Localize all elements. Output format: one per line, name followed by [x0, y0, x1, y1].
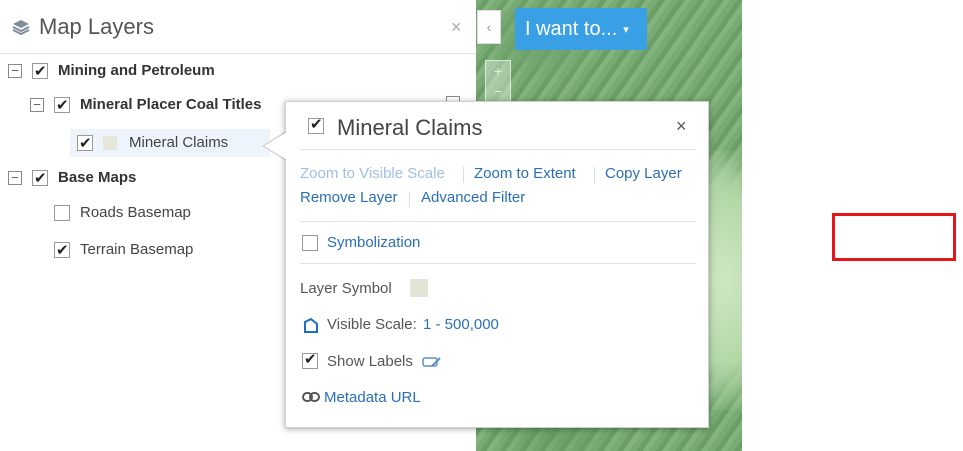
zoom-out-button[interactable]: −: [486, 81, 510, 101]
layers-icon: [12, 20, 30, 36]
i-want-to-label: I want to...: [525, 18, 618, 40]
close-icon[interactable]: ×: [451, 17, 462, 38]
label-tag-icon[interactable]: [422, 356, 442, 368]
separator: [409, 191, 410, 207]
divider: [300, 149, 696, 150]
symbolization-checkbox[interactable]: [302, 235, 318, 251]
advanced-filter-link[interactable]: Advanced Filter: [421, 189, 525, 206]
tree-label: Mineral Placer Coal Titles: [80, 96, 262, 113]
tree-item-terrain-basemap[interactable]: Terrain Basemap: [54, 238, 194, 263]
tree-item-mineral-claims[interactable]: Mineral Claims: [77, 131, 229, 156]
popup-layer-checkbox[interactable]: [308, 115, 324, 134]
tree-item-base-maps[interactable]: − Base Maps: [8, 166, 137, 191]
divider: [300, 221, 696, 222]
show-labels-label: Show Labels: [327, 353, 413, 370]
chevron-left-icon: ‹: [486, 19, 492, 35]
checkbox-mineral-placer[interactable]: [54, 94, 70, 118]
tree-label: Roads Basemap: [80, 204, 191, 221]
zoom-visible-scale-link[interactable]: Zoom to Visible Scale: [300, 165, 445, 182]
visible-scale-label: Visible Scale:: [327, 316, 417, 333]
zoom-control[interactable]: + −: [485, 60, 511, 102]
tree-label: Terrain Basemap: [80, 241, 194, 258]
checkbox-base-maps[interactable]: [32, 167, 48, 191]
close-icon[interactable]: ×: [676, 116, 687, 137]
tree-item-mineral-placer[interactable]: − Mineral Placer Coal Titles: [30, 93, 262, 118]
collapse-toggle-icon[interactable]: −: [8, 171, 22, 186]
checkbox-mineral-claims[interactable]: [77, 132, 93, 156]
collapse-toggle-icon[interactable]: −: [30, 98, 44, 113]
tree-label: Mineral Claims: [129, 134, 229, 151]
divider: [300, 263, 696, 264]
checkbox-roads-basemap[interactable]: [54, 205, 70, 222]
layer-options-popup: Mineral Claims × Zoom to Visible Scale Z…: [285, 101, 709, 428]
tree-item-roads-basemap[interactable]: Roads Basemap: [54, 201, 191, 225]
layer-symbol-label: Layer Symbol: [300, 280, 392, 297]
symbolization-link[interactable]: Symbolization: [327, 234, 420, 251]
metadata-url-link[interactable]: Metadata URL: [324, 389, 421, 406]
popup-title: Mineral Claims: [337, 115, 483, 140]
tree-label: Mining and Petroleum: [58, 62, 215, 79]
layer-swatch: [103, 136, 117, 151]
layer-symbol-swatch: [410, 279, 428, 297]
i-want-to-button[interactable]: I want to... ▾: [515, 8, 647, 50]
collapse-panel-button[interactable]: ‹: [477, 10, 501, 44]
zoom-extent-link[interactable]: Zoom to Extent: [474, 165, 576, 182]
checkbox-terrain-basemap[interactable]: [54, 239, 70, 263]
checkbox-mining[interactable]: [32, 60, 48, 84]
popup-arrow-fill: [264, 132, 287, 160]
tree-item-mining[interactable]: − Mining and Petroleum: [8, 59, 215, 84]
panel-title: Map Layers: [39, 14, 154, 39]
separator: [463, 167, 464, 183]
remove-layer-link[interactable]: Remove Layer: [300, 189, 398, 206]
highlight-rectangle: [832, 213, 956, 261]
zoom-in-button[interactable]: +: [486, 61, 510, 81]
visible-scale-value[interactable]: 1 - 500,000: [423, 316, 499, 333]
copy-layer-link[interactable]: Copy Layer: [605, 165, 682, 182]
panel-header: Map Layers ×: [0, 0, 476, 54]
tree-label: Base Maps: [58, 169, 137, 186]
show-labels-checkbox[interactable]: [302, 350, 318, 369]
separator: [594, 167, 595, 183]
link-icon: [302, 392, 320, 402]
caret-down-icon: ▾: [623, 24, 629, 36]
visible-scale-icon: [304, 317, 318, 333]
collapse-toggle-icon[interactable]: −: [8, 64, 22, 79]
